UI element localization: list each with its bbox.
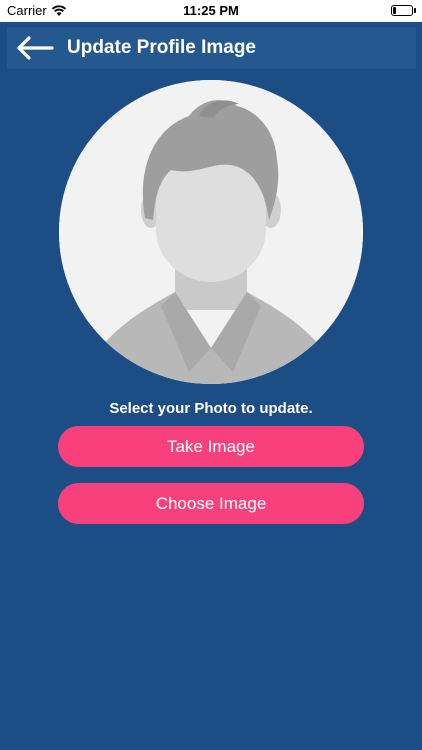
battery-level [393, 7, 396, 14]
status-bar: Carrier 11:25 PM [0, 0, 422, 22]
default-user-silhouette-icon [59, 80, 363, 384]
select-photo-prompt: Select your Photo to update. [109, 400, 313, 417]
arrow-left-icon [17, 36, 54, 60]
app-bar: Update Profile Image [7, 27, 416, 69]
back-button[interactable] [13, 27, 57, 69]
profile-avatar[interactable] [59, 80, 363, 384]
page-title: Update Profile Image [67, 37, 256, 58]
status-time: 11:25 PM [183, 3, 239, 18]
battery-icon [391, 5, 416, 16]
choose-image-button[interactable]: Choose Image [58, 483, 364, 524]
take-image-button[interactable]: Take Image [58, 426, 364, 467]
